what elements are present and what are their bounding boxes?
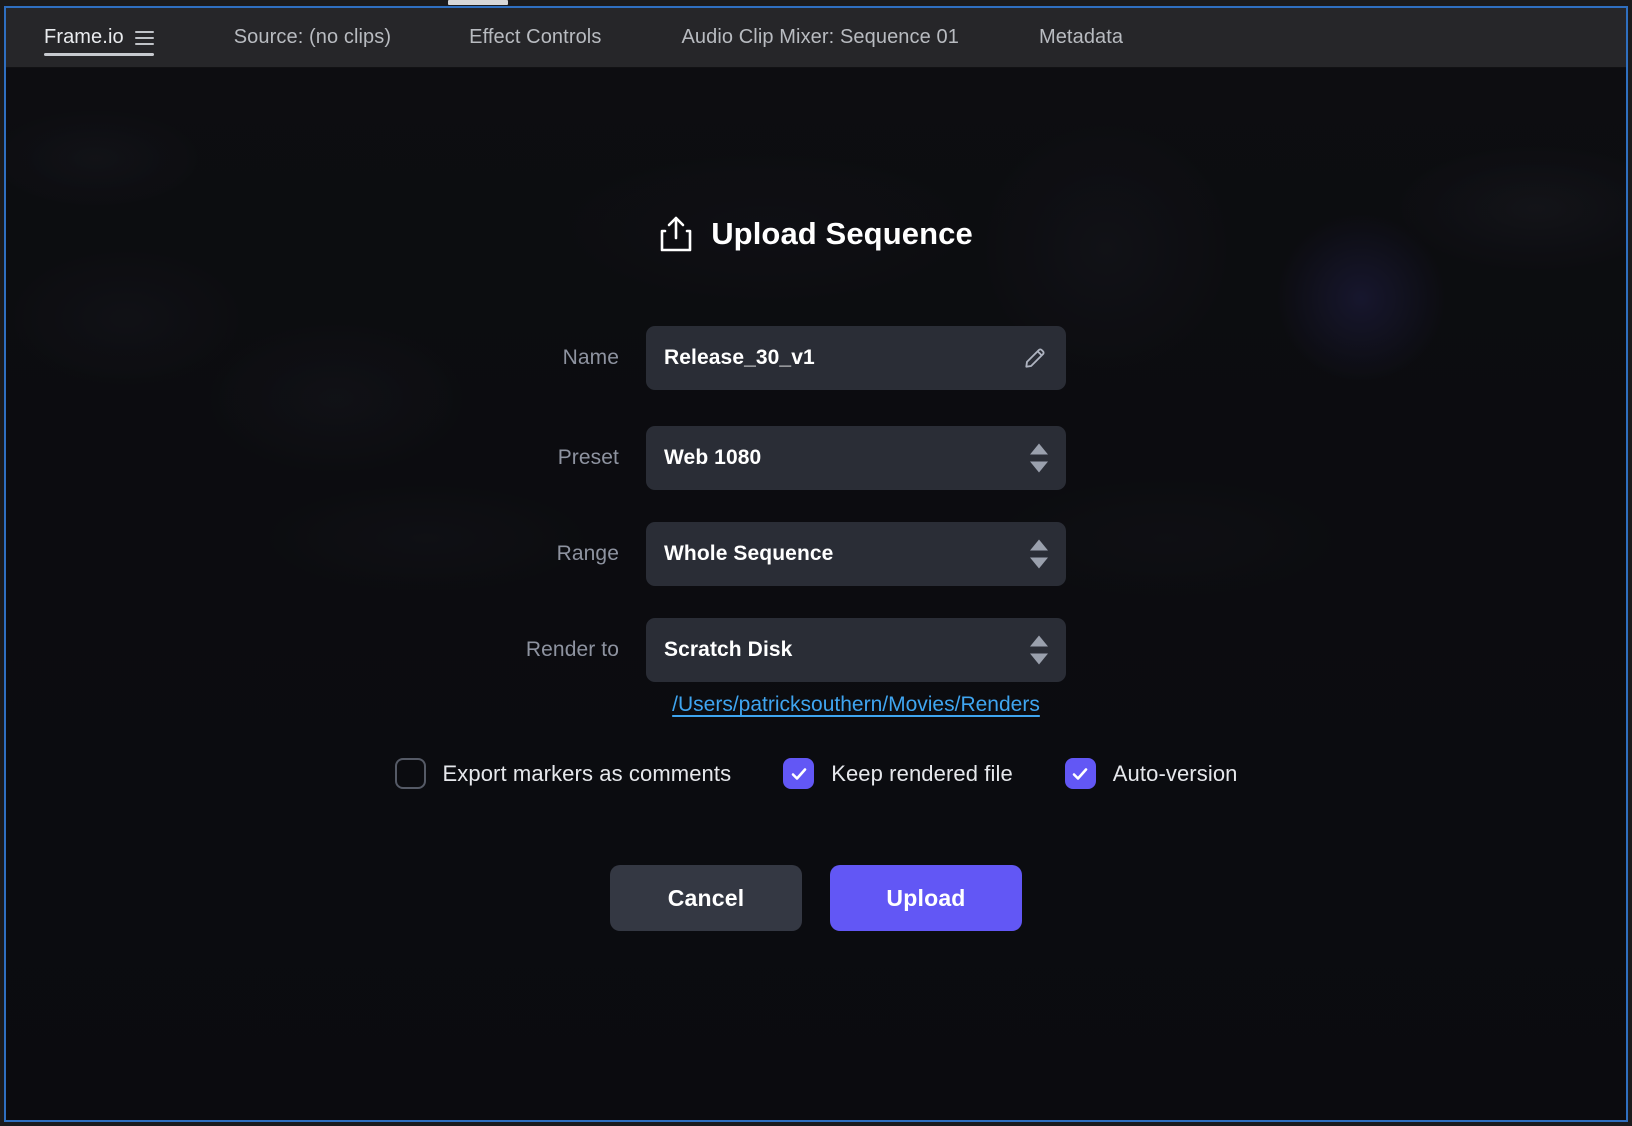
tab-audio-clip-mixer[interactable]: Audio Clip Mixer: Sequence 01 bbox=[661, 8, 979, 68]
upload-sequence-dialog: Upload Sequence Name Release_30_v1 Prese… bbox=[6, 68, 1626, 1120]
upload-share-icon bbox=[660, 216, 692, 252]
tab-label: Effect Controls bbox=[469, 26, 602, 48]
stepper-arrows-icon[interactable] bbox=[1030, 635, 1048, 665]
preset-select-value: Web 1080 bbox=[664, 446, 762, 469]
arrow-up-icon[interactable] bbox=[1030, 539, 1048, 551]
window-tab-stub bbox=[448, 0, 508, 5]
range-select-value: Whole Sequence bbox=[664, 542, 834, 565]
tab-label: Frame.io bbox=[44, 26, 124, 48]
checkbox-label: Auto-version bbox=[1112, 760, 1238, 786]
upload-button[interactable]: Upload bbox=[830, 865, 1022, 931]
checkbox-label: Export markers as comments bbox=[442, 760, 732, 786]
field-row-render-to: Render to Scratch Disk bbox=[6, 618, 1626, 682]
tab-source[interactable]: Source: (no clips) bbox=[214, 8, 411, 68]
field-label-name: Name bbox=[562, 346, 619, 369]
arrow-up-icon[interactable] bbox=[1030, 635, 1048, 647]
dialog-options-row: Export markers as comments Keep rendered… bbox=[6, 758, 1626, 789]
name-input[interactable]: Release_30_v1 bbox=[646, 326, 1066, 390]
checkbox-box[interactable] bbox=[783, 758, 815, 789]
name-input-value: Release_30_v1 bbox=[664, 346, 815, 369]
frame-io-panel: Frame.io Source: (no clips) Effect Contr… bbox=[4, 6, 1628, 1122]
field-label-range: Range bbox=[556, 542, 619, 565]
checkbox-box[interactable] bbox=[394, 758, 426, 789]
field-row-preset: Preset Web 1080 bbox=[6, 426, 1626, 490]
render-path-container: /Users/patricksouthern/Movies/Renders bbox=[646, 693, 1066, 717]
checkbox-auto-version[interactable]: Auto-version bbox=[1064, 758, 1238, 789]
pencil-edit-icon[interactable] bbox=[1022, 345, 1048, 371]
stepper-arrows-icon[interactable] bbox=[1030, 539, 1048, 569]
hamburger-menu-icon[interactable] bbox=[134, 30, 154, 45]
field-label-render-to: Render to bbox=[525, 638, 619, 661]
tab-frame-io[interactable]: Frame.io bbox=[24, 8, 174, 68]
tab-label: Source: (no clips) bbox=[233, 26, 392, 48]
arrow-down-icon[interactable] bbox=[1030, 557, 1048, 569]
checkbox-export-markers[interactable]: Export markers as comments bbox=[394, 758, 732, 789]
application-root: Frame.io Source: (no clips) Effect Contr… bbox=[0, 0, 1632, 1126]
dialog-title-text: Upload Sequence bbox=[711, 216, 973, 251]
render-to-select[interactable]: Scratch Disk bbox=[646, 618, 1066, 682]
preset-select[interactable]: Web 1080 bbox=[646, 426, 1066, 490]
field-row-name: Name Release_30_v1 bbox=[6, 326, 1626, 390]
panel-tab-bar: Frame.io Source: (no clips) Effect Contr… bbox=[6, 8, 1626, 68]
checkbox-box[interactable] bbox=[1064, 758, 1096, 789]
tab-label: Metadata bbox=[1038, 26, 1124, 48]
stepper-arrows-icon[interactable] bbox=[1030, 443, 1048, 473]
dialog-button-row: Cancel Upload bbox=[6, 865, 1626, 931]
cancel-button[interactable]: Cancel bbox=[610, 865, 802, 931]
range-select[interactable]: Whole Sequence bbox=[646, 522, 1066, 586]
render-path-link[interactable]: /Users/patricksouthern/Movies/Renders bbox=[672, 693, 1040, 717]
check-icon bbox=[791, 767, 806, 780]
active-tab-underline bbox=[44, 52, 154, 56]
checkbox-label: Keep rendered file bbox=[831, 760, 1013, 786]
checkbox-keep-rendered-file[interactable]: Keep rendered file bbox=[783, 758, 1013, 789]
check-icon bbox=[1072, 767, 1088, 780]
arrow-down-icon[interactable] bbox=[1030, 653, 1048, 665]
arrow-up-icon[interactable] bbox=[1030, 443, 1048, 455]
field-row-range: Range Whole Sequence bbox=[6, 522, 1626, 586]
render-to-select-value: Scratch Disk bbox=[664, 638, 793, 661]
tab-label: Audio Clip Mixer: Sequence 01 bbox=[681, 26, 959, 48]
field-label-preset: Preset bbox=[557, 446, 619, 469]
dialog-title: Upload Sequence bbox=[6, 215, 1626, 253]
tab-metadata[interactable]: Metadata bbox=[1019, 8, 1143, 68]
arrow-down-icon[interactable] bbox=[1030, 461, 1048, 473]
tab-effect-controls[interactable]: Effect Controls bbox=[449, 8, 621, 68]
